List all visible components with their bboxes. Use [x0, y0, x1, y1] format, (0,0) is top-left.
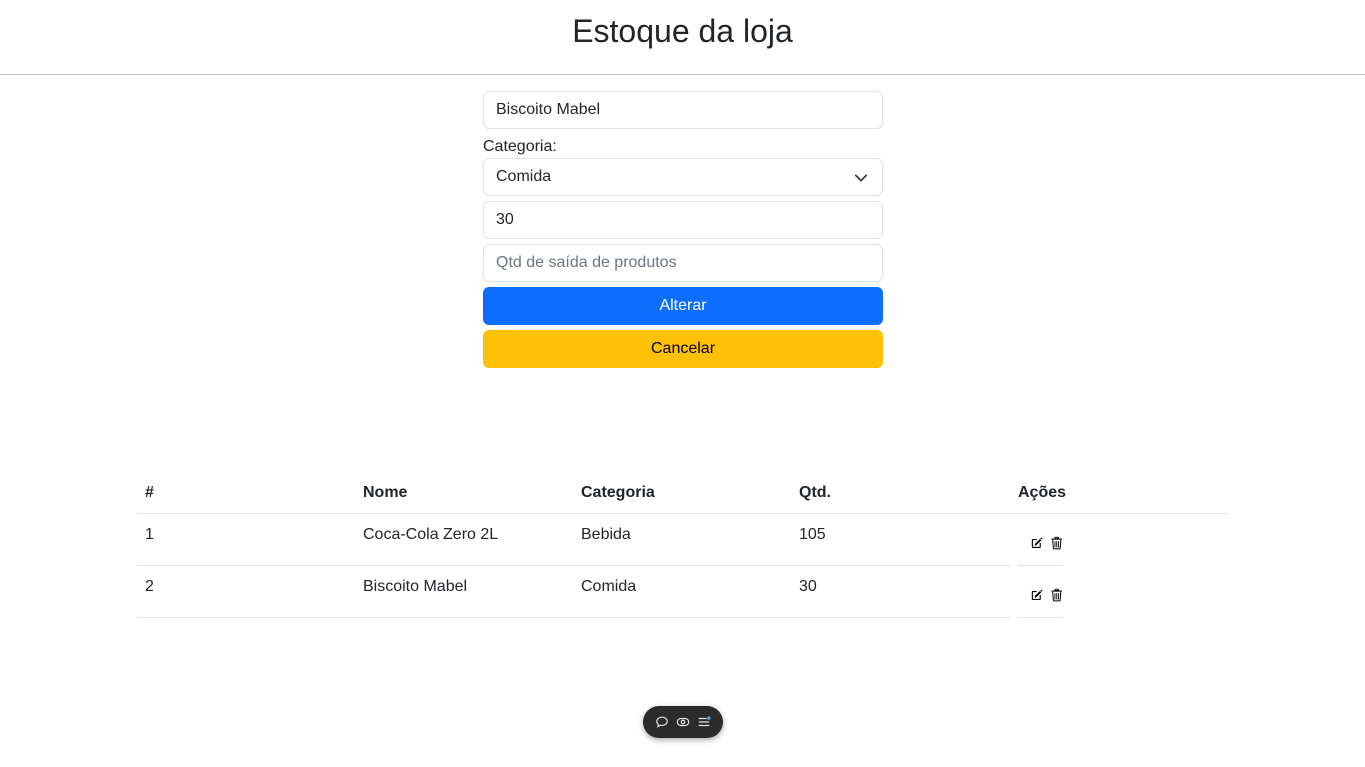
col-header-actions: Ações	[1010, 474, 1228, 514]
page-title: Estoque da loja	[572, 13, 793, 49]
cell-name: Coca-Cola Zero 2L	[355, 513, 573, 566]
category-select[interactable]: Comida	[483, 158, 883, 196]
eye-icon[interactable]	[676, 715, 690, 729]
cell-actions	[1010, 513, 1228, 566]
cell-id: 1	[137, 513, 355, 566]
trash-icon[interactable]	[1050, 528, 1064, 558]
cell-name: Biscoito Mabel	[355, 565, 573, 618]
chat-icon[interactable]	[655, 715, 669, 729]
table-row: 1 Coca-Cola Zero 2L Bebida 105	[137, 513, 1228, 566]
cell-qty: 30	[791, 565, 1010, 618]
product-form: Biscoito Mabel Categoria: Comida 30 Qtd …	[483, 91, 883, 368]
row-actions	[1018, 566, 1063, 618]
edit-icon[interactable]	[1030, 580, 1044, 610]
col-header-qty: Qtd.	[791, 474, 1010, 514]
category-label: Categoria:	[483, 138, 557, 155]
edit-icon[interactable]	[1030, 528, 1044, 558]
cell-category: Comida	[573, 565, 791, 618]
product-name-input[interactable]: Biscoito Mabel	[483, 91, 883, 129]
table-header-row: # Nome Categoria Qtd. Ações	[137, 474, 1228, 514]
table-row: 2 Biscoito Mabel Comida 30	[137, 565, 1228, 618]
cell-id: 2	[137, 565, 355, 618]
col-header-category: Categoria	[573, 474, 791, 514]
page-header: Estoque da loja	[0, 0, 1365, 75]
floating-toolbar	[643, 706, 723, 738]
cell-category: Bebida	[573, 513, 791, 566]
row-actions	[1018, 514, 1063, 566]
quantity-input[interactable]: 30	[483, 201, 883, 239]
cell-qty: 105	[791, 513, 1010, 566]
stock-table: # Nome Categoria Qtd. Ações 1 Coca-Cola …	[137, 474, 1228, 618]
trash-icon[interactable]	[1050, 580, 1064, 610]
alter-button[interactable]: Alterar	[483, 287, 883, 325]
menu-icon[interactable]	[697, 715, 711, 729]
exit-quantity-input[interactable]: Qtd de saída de produtos	[483, 244, 883, 282]
col-header-id: #	[137, 474, 355, 514]
cancel-button[interactable]: Cancelar	[483, 330, 883, 368]
chevron-down-icon	[854, 174, 868, 182]
col-header-name: Nome	[355, 474, 573, 514]
category-selected-value: Comida	[496, 168, 552, 185]
cell-actions	[1010, 566, 1228, 618]
